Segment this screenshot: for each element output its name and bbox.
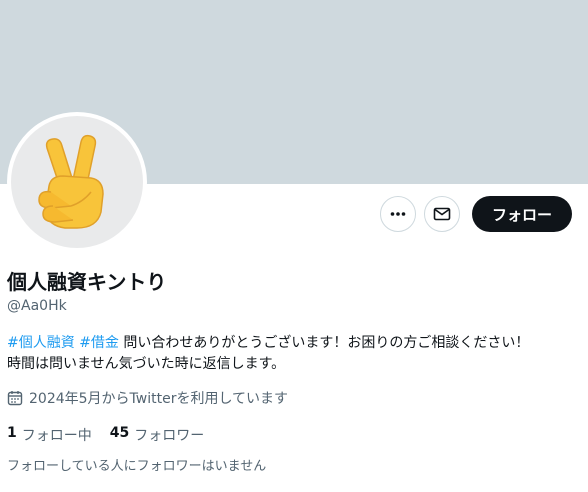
calendar-icon	[7, 391, 23, 406]
followers-you-know: フォローしている人にフォロワーはいません	[7, 459, 267, 474]
follow-button[interactable]: フォロー	[471, 196, 572, 232]
followers-link[interactable]: 45 フォロワー	[110, 425, 204, 445]
message-button[interactable]	[423, 196, 460, 232]
profile-bio: #個人融資 #借金 問い合わせありがとうございます！お困りの方ご相談ください！ …	[7, 333, 577, 375]
mail-icon	[433, 207, 451, 221]
user-handle: @Aa0Hk	[7, 298, 67, 314]
display-name: 個人融資キントり	[7, 270, 167, 294]
avatar[interactable]	[7, 112, 147, 252]
profile-page: フォロー 個人融資キントり @Aa0Hk #個人融資 #借金 問い合わせありがと…	[0, 0, 588, 492]
bio-text: 問い合わせありがとうございます！お困りの方ご相談ください！	[123, 335, 530, 351]
hashtag-link[interactable]: #借金	[79, 335, 119, 351]
bio-text: 時間は問いません気づいた時に返信します。	[7, 356, 286, 372]
followers-count: 45	[109, 425, 130, 441]
followers-label: フォロワー	[134, 428, 205, 444]
more-icon	[390, 212, 406, 216]
avatar-image	[11, 116, 143, 248]
following-label: フォロー中	[21, 428, 92, 444]
victory-hand-emoji-icon	[38, 134, 104, 229]
following-link[interactable]: 1 フォロー中	[7, 425, 92, 445]
hashtag-link[interactable]: #個人融資	[7, 335, 75, 351]
following-count: 1	[7, 425, 17, 441]
follow-stats: 1 フォロー中 45 フォロワー	[7, 425, 204, 445]
more-button[interactable]	[379, 196, 416, 232]
joined-date: 2024年5月からTwitterを利用しています	[7, 388, 288, 408]
joined-text: 2024年5月からTwitterを利用しています	[29, 391, 289, 407]
profile-actions: フォロー	[379, 196, 572, 232]
